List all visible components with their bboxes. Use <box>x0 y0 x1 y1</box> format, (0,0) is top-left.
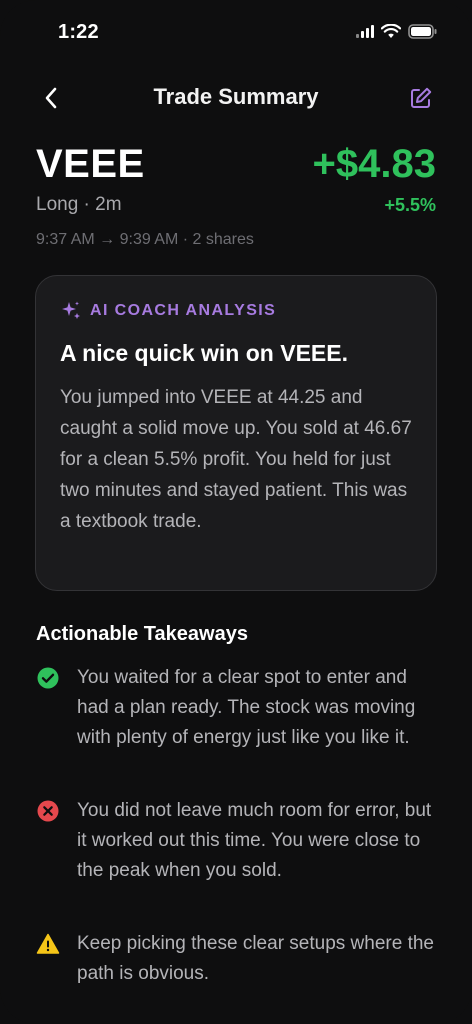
wifi-icon <box>381 24 401 38</box>
takeaways-title: Actionable Takeaways <box>36 623 248 645</box>
battery-icon <box>408 24 437 39</box>
profit-loss-amount: +$4.83 <box>312 142 436 186</box>
ticker-symbol: VEEE <box>36 142 145 186</box>
nav-bar: Trade Summary <box>0 80 472 116</box>
trade-time-range: 9:37 AM → 9:39 AM · 2 shares <box>36 231 254 248</box>
screen: 1:22 Trade Summary VEEE Long · 2m +$4.83… <box>0 0 472 1024</box>
ai-coach-card: AI COACH ANALYSIS A nice quick win on VE… <box>35 275 437 591</box>
sparkles-icon <box>62 301 80 319</box>
check-circle-icon <box>37 667 59 689</box>
trade-direction-duration: Long · 2m <box>36 194 122 215</box>
status-icons <box>356 24 438 39</box>
ai-coach-body: You jumped into VEEE at 44.25 and caught… <box>60 387 412 532</box>
cellular-signal-icon <box>356 25 374 38</box>
status-bar: 1:22 <box>0 18 472 48</box>
takeaway-text: You waited for a clear spot to enter and… <box>77 667 416 748</box>
warning-triangle-icon <box>36 933 60 954</box>
page-title: Trade Summary <box>153 84 319 109</box>
takeaway-text: Keep picking these clear setups where th… <box>77 933 434 984</box>
takeaway-item: You waited for a clear spot to enter and… <box>36 663 440 753</box>
ai-coach-title: A nice quick win on VEEE. <box>60 340 348 366</box>
status-time: 1:22 <box>58 21 99 43</box>
ai-coach-header: AI COACH ANALYSIS <box>60 300 276 322</box>
x-circle-icon <box>37 800 59 822</box>
profit-loss-percent: +5.5% <box>384 195 436 215</box>
edit-button[interactable] <box>408 84 434 112</box>
takeaway-item: Keep picking these clear setups where th… <box>36 929 440 989</box>
ai-coach-label: AI COACH ANALYSIS <box>90 302 277 319</box>
takeaway-item: You did not leave much room for error, b… <box>36 796 440 886</box>
takeaway-text: You did not leave much room for error, b… <box>77 800 432 881</box>
edit-icon <box>411 87 432 108</box>
